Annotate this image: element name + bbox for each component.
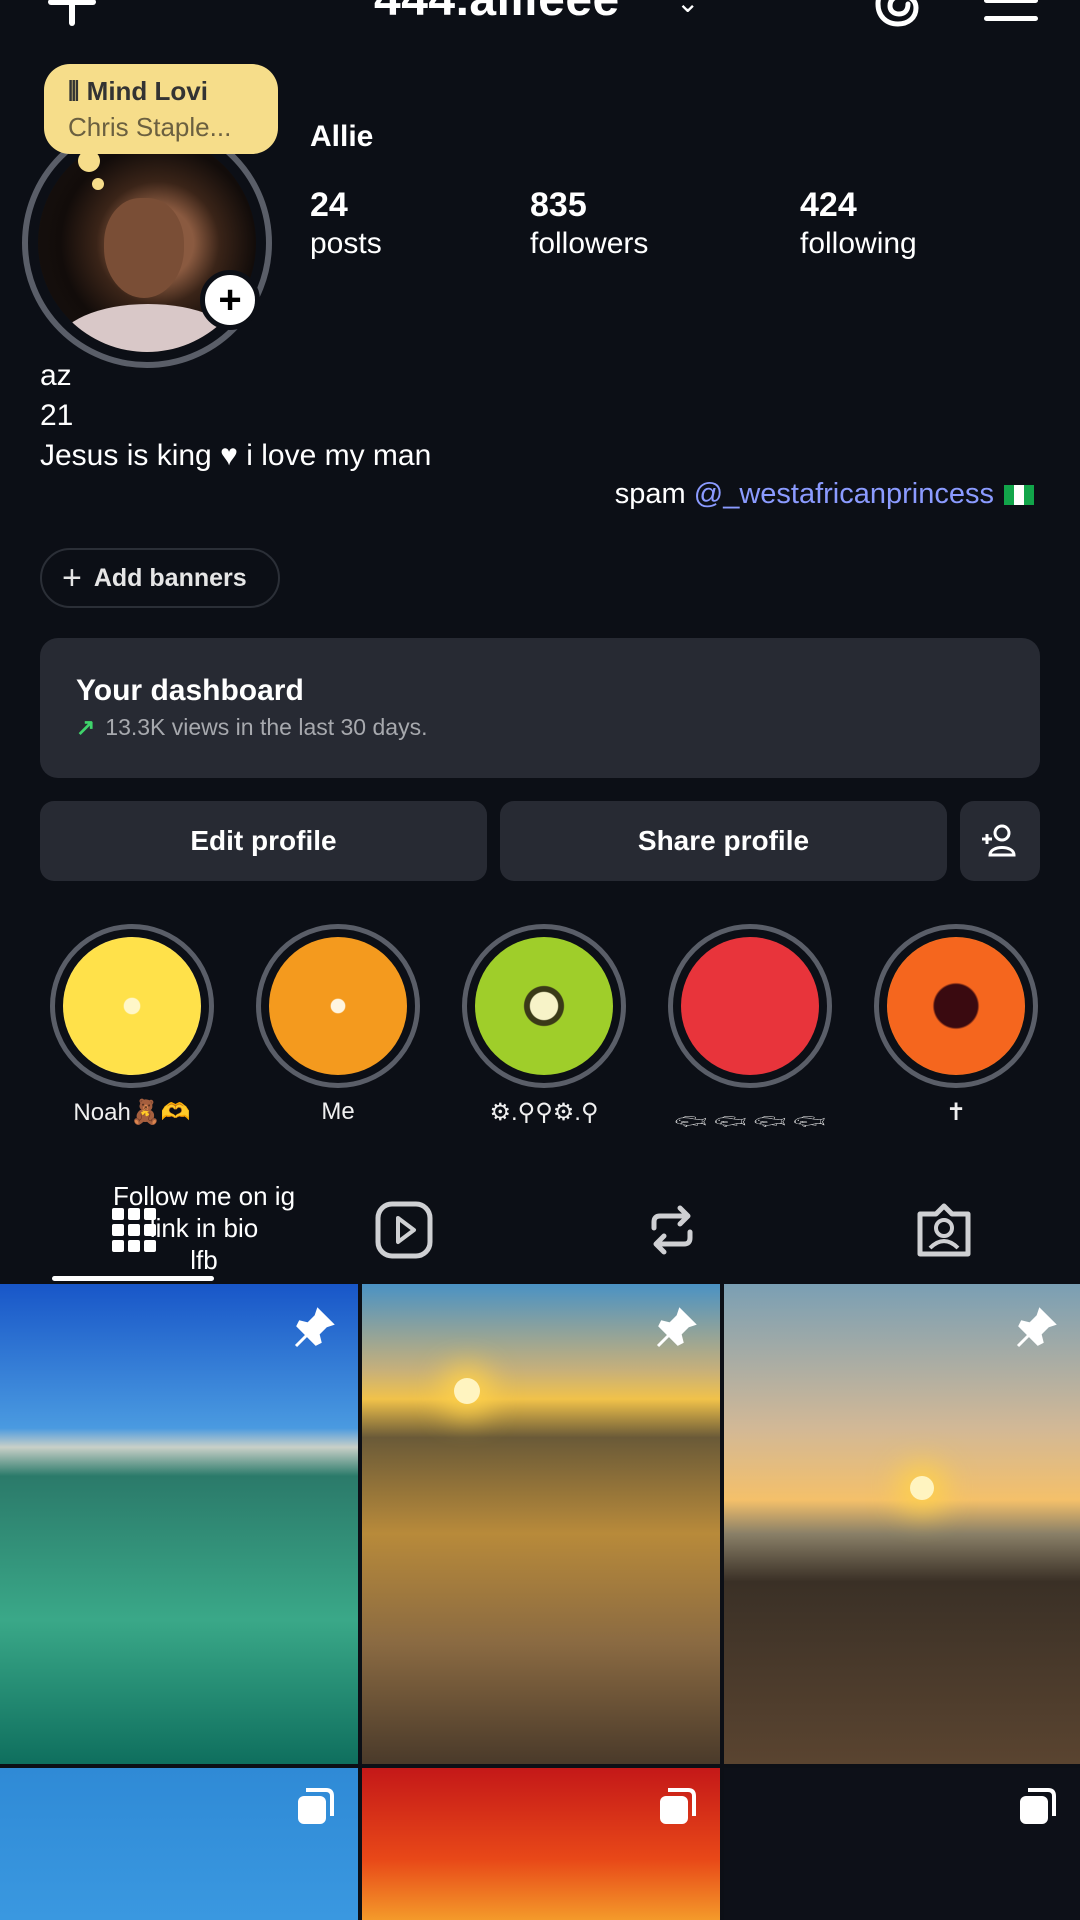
carousel-icon (1020, 1788, 1056, 1824)
dashboard-title: Your dashboard (76, 674, 304, 707)
create-icon[interactable] (42, 0, 102, 32)
bio: az 21 Jesus is king ♥ i love my man (40, 356, 431, 476)
caption-line: Follow me on ig (112, 1181, 296, 1211)
bio-line: 21 (40, 399, 74, 432)
carousel-icon (660, 1788, 696, 1824)
highlight-item[interactable]: ⚙.⚲⚲⚙.⚲ (462, 924, 626, 1127)
add-banners-button[interactable]: + Add banners (40, 548, 280, 608)
following-stat[interactable]: 424 following (800, 186, 917, 261)
highlight-item[interactable]: 𓆟 𓆟 𓆟 𓆟 (668, 924, 832, 1138)
highlight-label: Noah🧸🫶 (73, 1099, 191, 1126)
threads-icon[interactable] (872, 0, 924, 30)
highlight-item[interactable]: Noah🧸🫶 (50, 924, 214, 1127)
reels-icon[interactable] (374, 1200, 434, 1260)
posts-stat[interactable]: 24 posts (310, 186, 382, 261)
nigeria-flag-icon (1004, 485, 1034, 506)
add-banners-label: Add banners (93, 563, 247, 592)
add-person-button[interactable] (960, 801, 1040, 881)
highlight-label: 𓆟 𓆟 𓆟 𓆟 (674, 1109, 826, 1136)
bio-line: Jesus is king ♥ i love my man (40, 439, 432, 472)
pin-icon (1016, 1307, 1057, 1348)
video-caption-overlay: Follow me on ig link in bio lfb (60, 1180, 348, 1276)
username[interactable]: 444.allieee (374, 0, 620, 27)
reposts-icon[interactable] (642, 1200, 702, 1260)
share-profile-button[interactable]: Share profile (500, 801, 947, 881)
active-tab-indicator (52, 1276, 214, 1281)
spam-mention-link[interactable]: @_westafricanprincess (694, 478, 994, 510)
pin-icon (294, 1307, 335, 1348)
posts-label: posts (310, 227, 382, 260)
add-story-button[interactable]: + (200, 270, 260, 330)
trend-up-icon: ↗ (76, 714, 96, 740)
edit-profile-button[interactable]: Edit profile (40, 801, 487, 881)
highlight-item[interactable]: ✝ (874, 924, 1038, 1127)
chevron-down-icon[interactable]: ⌄ (676, 0, 699, 19)
bio-line: az (40, 359, 72, 392)
watermelon-highlight-cover (681, 937, 819, 1075)
orange-highlight-cover (269, 937, 407, 1075)
highlight-item[interactable]: Me (256, 924, 420, 1126)
highlight-label: ⚙.⚲⚲⚙.⚲ (489, 1099, 599, 1126)
sun (910, 1476, 934, 1500)
music-note-bubble[interactable]: ⦀ Mind Lovi Chris Staple... (44, 64, 278, 154)
followers-count: 835 (530, 186, 587, 224)
following-count: 424 (800, 186, 857, 224)
display-name: Allie (310, 120, 374, 153)
followers-stat[interactable]: 835 followers (530, 186, 648, 261)
plus-icon: + (62, 558, 82, 597)
kiwi-highlight-cover (475, 937, 613, 1075)
highlight-label: Me (321, 1098, 355, 1125)
post-thumbnail[interactable] (0, 1284, 358, 1764)
caption-line: lfb (190, 1245, 218, 1275)
following-label: following (800, 227, 917, 260)
caption-line: link in bio (149, 1213, 259, 1243)
note-song-title: Mind Lovi (86, 76, 208, 106)
note-tail-small (92, 178, 104, 190)
sun (454, 1378, 480, 1404)
menu-icon[interactable] (984, 0, 1038, 28)
post-thumbnail[interactable] (724, 1284, 1080, 1764)
post-thumbnail[interactable] (362, 1284, 720, 1764)
post-thumbnail[interactable] (362, 1768, 720, 1920)
bio-spam-line: spam @_westafricanprincess (615, 478, 1034, 511)
posts-count: 24 (310, 186, 348, 224)
spam-prefix: spam (614, 478, 694, 510)
note-tail (78, 150, 100, 172)
dashboard-subtitle: 13.3K views in the last 30 days. (105, 714, 428, 740)
dashboard-card[interactable]: Your dashboard ↗ 13.3K views in the last … (40, 638, 1040, 778)
top-bar: 444.allieee ⌄ (0, 0, 1080, 42)
add-person-icon (982, 824, 1016, 857)
music-bars-icon: ⦀ (68, 76, 87, 106)
carousel-icon (298, 1788, 334, 1824)
post-thumbnail[interactable] (0, 1768, 358, 1920)
tagged-icon[interactable] (914, 1200, 974, 1260)
note-artist: Chris Staple... (68, 112, 232, 142)
followers-label: followers (530, 227, 649, 260)
highlight-label: ✝ (945, 1099, 967, 1126)
post-thumbnail[interactable] (724, 1768, 1080, 1920)
papaya-highlight-cover (887, 937, 1025, 1075)
lemon-highlight-cover (63, 937, 201, 1075)
pin-icon (656, 1307, 697, 1348)
